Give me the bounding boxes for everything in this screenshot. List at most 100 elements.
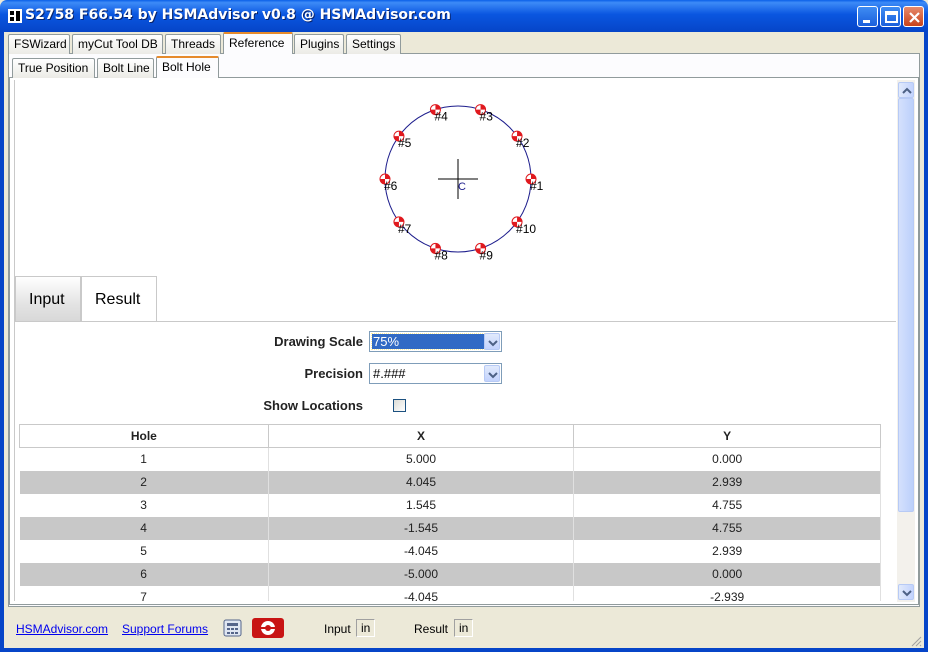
hole-table: Hole X Y 1 5.000 0.000 2 4.045 2.939 3 1.545 4…	[19, 424, 881, 601]
cell-x: -1.545	[268, 516, 575, 540]
tab-fswizard[interactable]: FSWizard	[8, 34, 70, 54]
close-icon	[909, 12, 920, 23]
cell-hole: 5	[19, 539, 269, 563]
hole-marker: #3	[475, 104, 493, 124]
table-row[interactable]: 1 5.000 0.000	[19, 447, 881, 471]
tab-true-position[interactable]: True Position	[12, 58, 95, 78]
dropdown-button[interactable]	[484, 333, 500, 350]
cell-x: 5.000	[268, 447, 575, 471]
hole-label: #8	[434, 248, 448, 262]
hole-marker: #6	[379, 173, 398, 193]
minimize-icon	[863, 20, 870, 23]
tab-mycut-tool-db[interactable]: myCut Tool DB	[72, 34, 163, 54]
center-label: C	[458, 181, 466, 193]
cell-x: -4.045	[268, 539, 575, 563]
table-header-row: Hole X Y	[19, 424, 881, 448]
hole-marker: #1	[525, 173, 544, 193]
result-unit-label: Result	[414, 622, 449, 636]
hole-marker: #10	[511, 216, 536, 236]
scroll-up-button[interactable]	[898, 82, 914, 98]
show-locations-checkbox[interactable]	[393, 399, 406, 412]
table-row[interactable]: 5 -4.045 2.939	[19, 539, 881, 563]
cell-x: -5.000	[268, 562, 575, 586]
tab-label: Plugins	[300, 37, 340, 51]
tab-label: myCut Tool DB	[78, 37, 158, 51]
tab-label: True Position	[18, 61, 89, 75]
hole-label: #10	[516, 222, 536, 236]
column-header-hole[interactable]: Hole	[19, 424, 269, 448]
hole-label: #7	[398, 222, 412, 236]
chevron-up-icon	[902, 87, 912, 94]
cell-y: 4.755	[573, 493, 881, 517]
tab-bolt-hole[interactable]: Bolt Hole	[156, 56, 219, 78]
tab-threads[interactable]: Threads	[165, 34, 221, 54]
dropdown-button[interactable]	[484, 365, 500, 382]
drawing-scale-label: Drawing Scale	[274, 334, 363, 349]
calculator-icon	[223, 619, 242, 637]
table-row[interactable]: 7 -4.045 -2.939	[19, 585, 881, 601]
hole-label: #4	[434, 110, 448, 124]
precision-value: #.###	[373, 366, 406, 381]
hole-marker: #5	[393, 130, 412, 150]
tab-input[interactable]: Input	[15, 276, 81, 321]
cell-y: 4.755	[573, 516, 881, 540]
support-forums-link[interactable]: Support Forums	[122, 622, 208, 636]
drawing-scale-select[interactable]: 75%	[369, 331, 502, 352]
tab-result[interactable]: Result	[81, 276, 157, 321]
cell-x: 4.045	[268, 470, 575, 494]
drawing-scale-value: 75%	[371, 333, 485, 350]
table-row[interactable]: 6 -5.000 0.000	[19, 562, 881, 586]
scrollbar-thumb[interactable]	[898, 98, 914, 512]
result-unit-field[interactable]: in	[454, 619, 474, 637]
tab-input-label: Input	[29, 291, 65, 308]
cell-x: -4.045	[268, 585, 575, 601]
tab-reference[interactable]: Reference	[223, 32, 293, 54]
resize-grip-icon[interactable]	[910, 635, 922, 647]
vertical-scrollbar[interactable]	[897, 80, 915, 602]
app-icon[interactable]	[7, 8, 23, 24]
close-button[interactable]	[903, 6, 924, 27]
scroll-down-button[interactable]	[898, 584, 914, 600]
table-row[interactable]: 3 1.545 4.755	[19, 493, 881, 517]
hole-marker: #2	[511, 130, 530, 150]
tab-settings[interactable]: Settings	[346, 34, 401, 54]
maximize-icon	[885, 11, 898, 23]
chevron-down-icon	[902, 590, 912, 597]
cell-hole: 1	[19, 447, 269, 471]
hole-label: #1	[530, 179, 544, 193]
tab-plugins[interactable]: Plugins	[294, 34, 344, 54]
help-button[interactable]	[251, 617, 285, 639]
column-header-x[interactable]: X	[267, 424, 575, 448]
tab-label: Bolt Hole	[162, 60, 211, 74]
input-unit-field[interactable]: in	[356, 619, 376, 637]
title-bar[interactable]: S2758 F66.54 by HSMAdvisor v0.8 @ HSMAdv…	[0, 0, 928, 32]
maximize-button[interactable]	[880, 6, 901, 27]
chevron-down-icon	[488, 372, 498, 379]
tab-label: Settings	[352, 37, 396, 51]
cell-hole: 6	[19, 562, 269, 586]
minimize-button[interactable]	[857, 6, 878, 27]
bolt-hole-content[interactable]: C #1 #2 #3 #4 #5 #6 #7 #8 #9 #10 Input Result Dra…	[14, 80, 896, 601]
tab-bolt-line[interactable]: Bolt Line	[97, 58, 154, 78]
precision-label: Precision	[304, 366, 363, 381]
table-row[interactable]: 2 4.045 2.939	[19, 470, 881, 494]
tab-result-label: Result	[95, 291, 141, 308]
hole-label: #6	[384, 179, 398, 193]
cell-hole: 4	[19, 516, 269, 540]
hole-label: #2	[516, 136, 530, 150]
input-unit-label: Input	[324, 622, 351, 636]
tab-label: Threads	[171, 37, 216, 51]
calculator-button[interactable]	[221, 617, 245, 639]
tab-label: Reference	[229, 36, 285, 50]
cell-hole: 7	[19, 585, 269, 601]
hole-label: #9	[480, 248, 494, 262]
chevron-down-icon	[488, 340, 498, 347]
hsmadvisor-link[interactable]: HSMAdvisor.com	[16, 622, 108, 636]
lifebuoy-icon	[252, 618, 284, 638]
cell-x: 1.545	[268, 493, 575, 517]
form-divider	[15, 321, 896, 322]
table-row[interactable]: 4 -1.545 4.755	[19, 516, 881, 540]
tab-label: Bolt Line	[103, 61, 150, 75]
column-header-y[interactable]: Y	[573, 424, 881, 448]
precision-select[interactable]: #.###	[369, 363, 502, 384]
